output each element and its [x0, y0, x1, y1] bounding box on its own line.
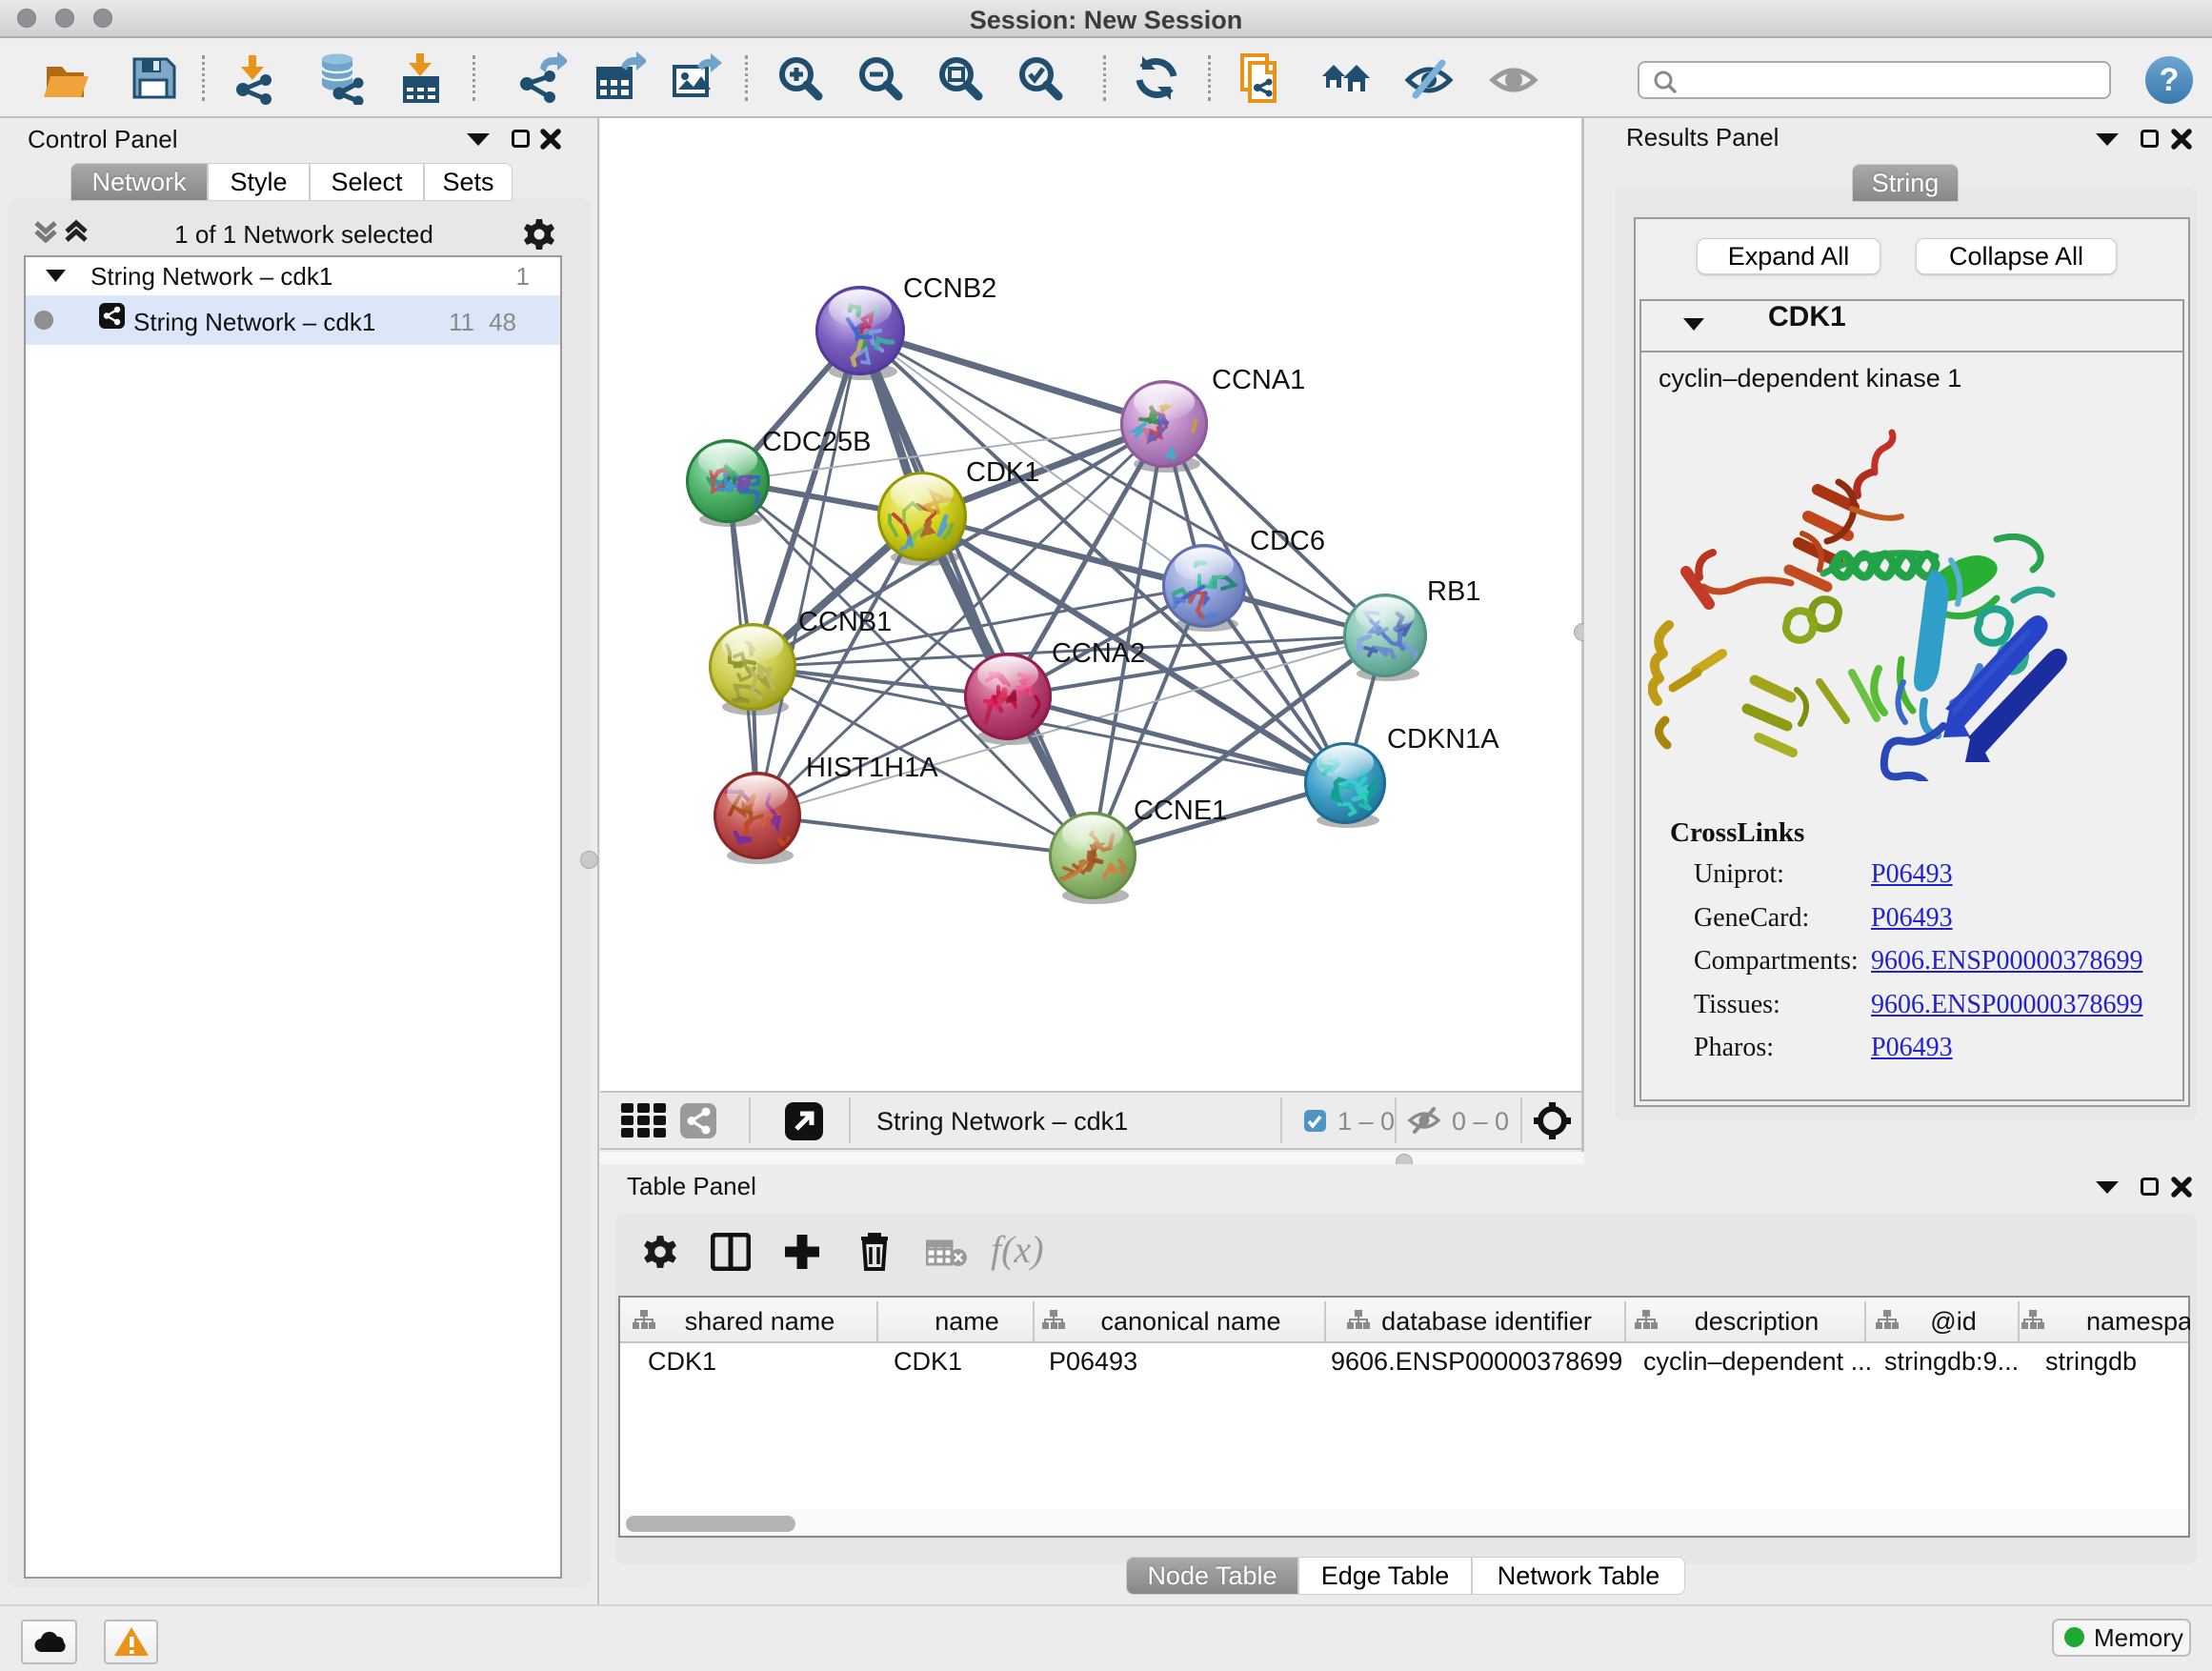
- svg-text:RB1: RB1: [1427, 576, 1480, 607]
- svg-text:CDK1: CDK1: [966, 457, 1039, 488]
- svg-text:CDC25B: CDC25B: [762, 427, 871, 457]
- svg-text:CCNA1: CCNA1: [1212, 365, 1305, 395]
- svg-text:CDC6: CDC6: [1250, 526, 1325, 556]
- svg-text:CCNA2: CCNA2: [1052, 638, 1145, 669]
- svg-text:CCNB1: CCNB1: [798, 607, 892, 637]
- svg-text:CDKN1A: CDKN1A: [1387, 724, 1499, 755]
- svg-text:CCNB2: CCNB2: [903, 273, 996, 304]
- svg-text:HIST1H1A: HIST1H1A: [806, 753, 938, 783]
- svg-text:CCNE1: CCNE1: [1134, 795, 1227, 826]
